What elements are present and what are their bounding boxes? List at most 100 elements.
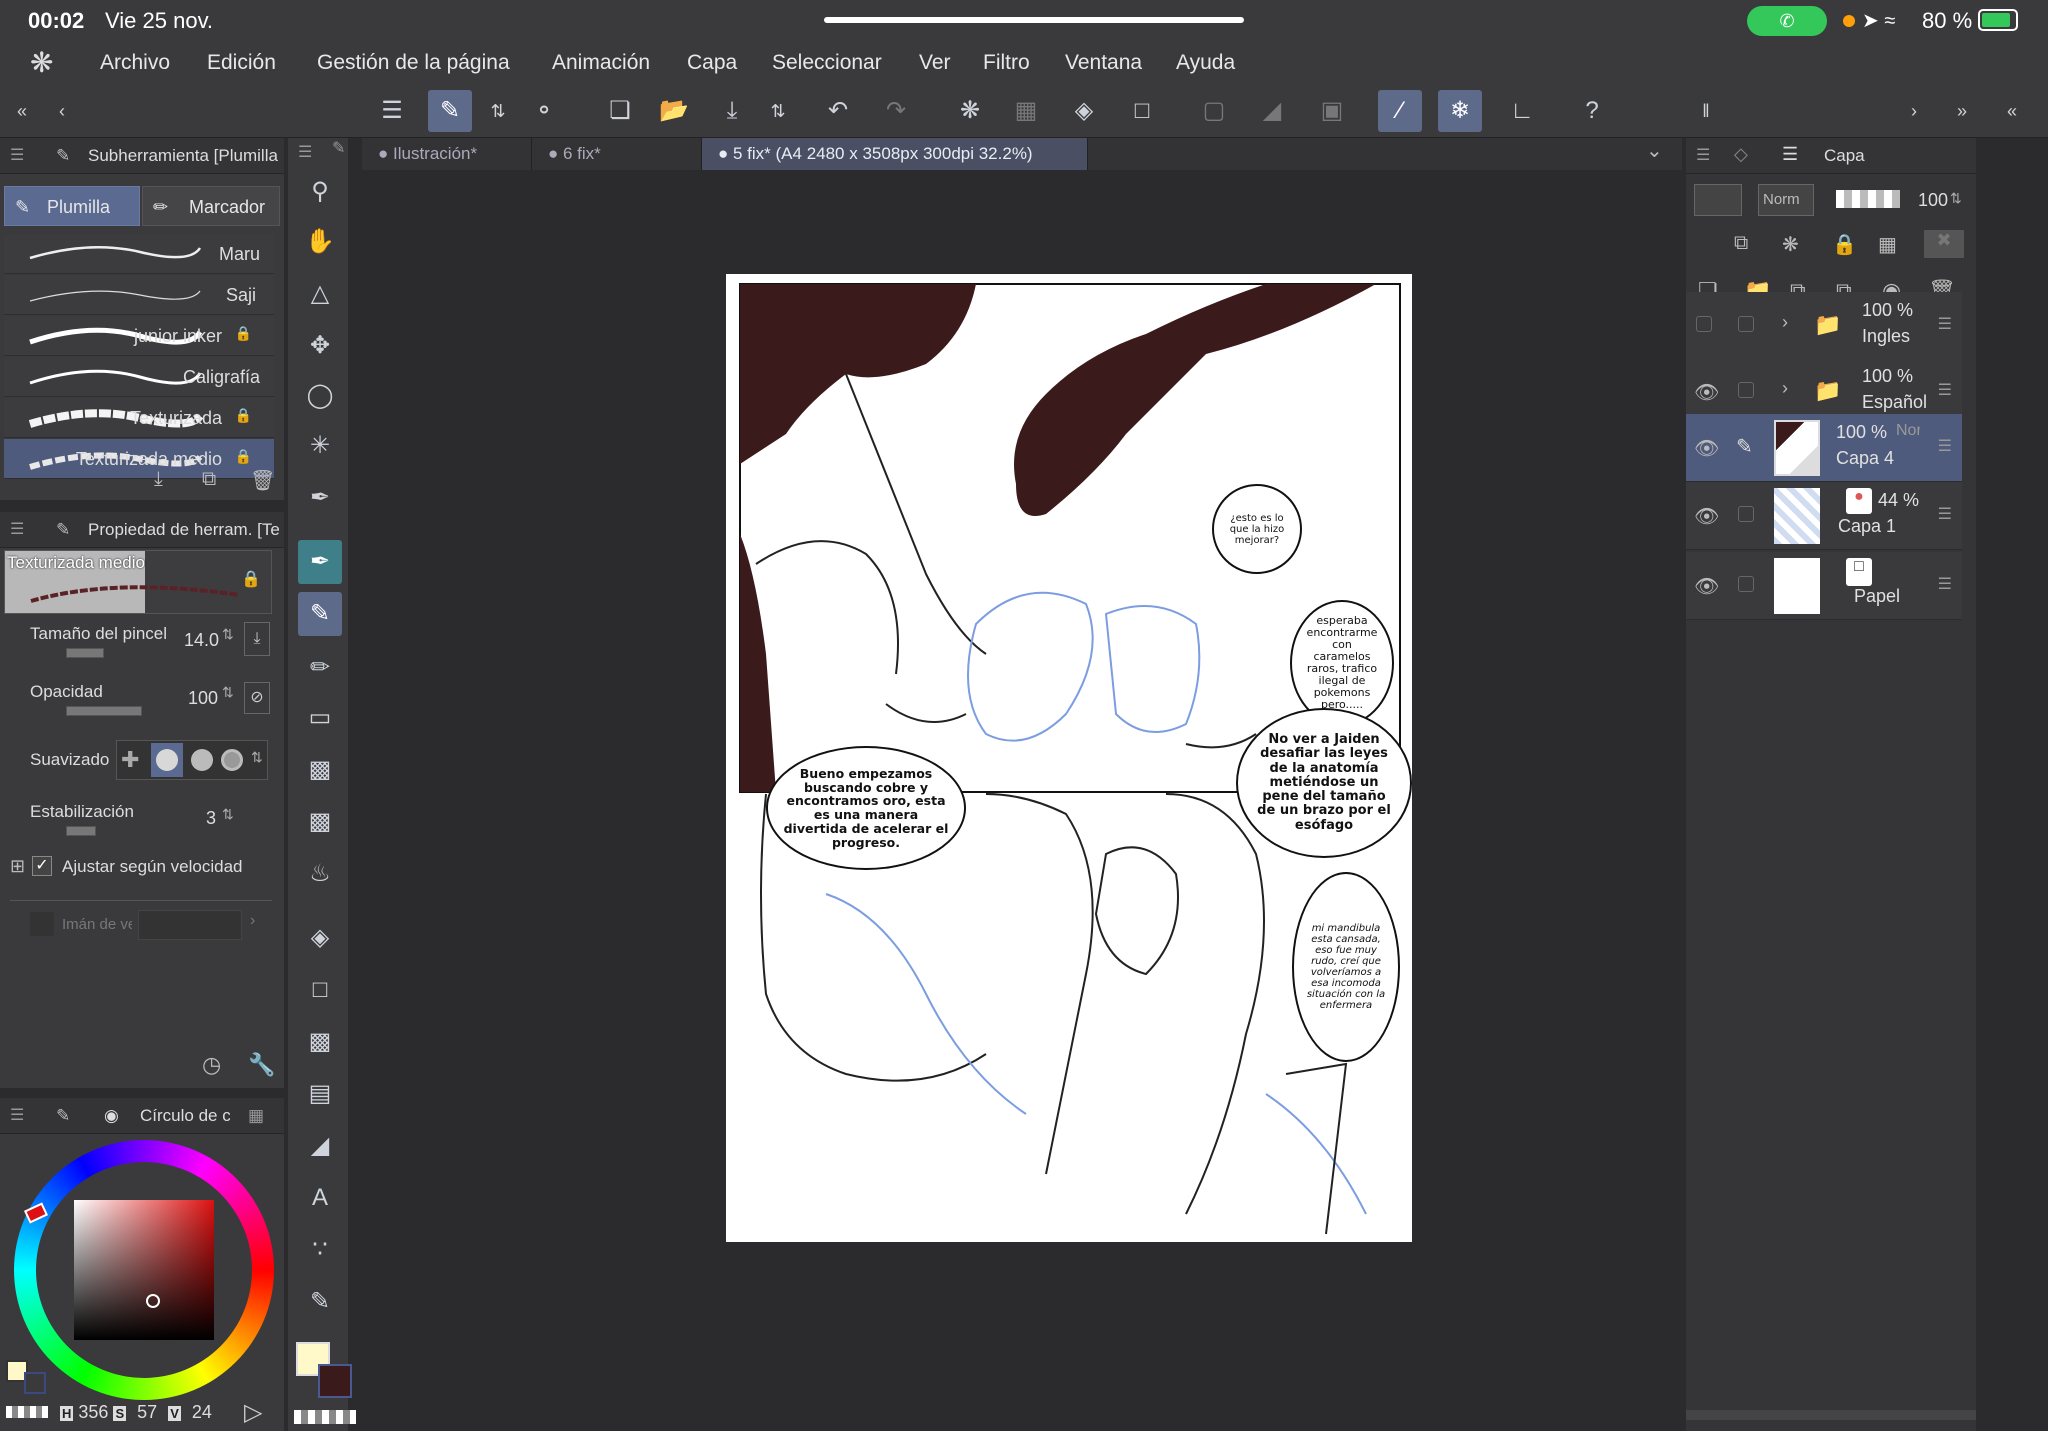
- layer-opacity-value[interactable]: 100: [1918, 190, 1948, 211]
- menu-ver[interactable]: Ver: [919, 51, 951, 75]
- undo-icon[interactable]: ↶: [816, 90, 860, 132]
- menu-edicion[interactable]: Edición: [207, 51, 276, 75]
- eye-icon[interactable]: 👁: [1694, 380, 1719, 405]
- grid-snap-icon[interactable]: ∟: [1500, 90, 1544, 132]
- multitask-pill[interactable]: [824, 17, 1244, 23]
- brush-item-texturizada[interactable]: Texturizada 🔒: [4, 398, 274, 438]
- opacity-stepper-icon[interactable]: ⇅: [222, 684, 234, 701]
- lock-toggle[interactable]: [1738, 316, 1754, 332]
- transparent-chip-icon[interactable]: [294, 1410, 356, 1424]
- import-brush-icon[interactable]: ⤓: [154, 468, 163, 491]
- smoothing-selector[interactable]: ✚ ⇅: [116, 740, 268, 780]
- smoothing-stepper-icon[interactable]: ⇅: [251, 749, 263, 766]
- eye-icon[interactable]: 👁: [1694, 574, 1719, 599]
- chevron-left-icon[interactable]: ‹: [40, 90, 84, 132]
- gradient-tool-icon[interactable]: ▩: [298, 1020, 342, 1064]
- play-icon[interactable]: ▷: [244, 1398, 262, 1427]
- tabs-dropdown-icon[interactable]: ⌄: [1646, 138, 1663, 163]
- panel-menu-icon[interactable]: ☰: [298, 142, 312, 162]
- lasso-tool-icon[interactable]: ◯: [298, 374, 342, 418]
- lock-toggle[interactable]: [1738, 506, 1754, 522]
- collapse-right-icon[interactable]: »: [1940, 90, 1984, 132]
- brush-size-value[interactable]: 14.0: [184, 630, 219, 651]
- pencil-tool-icon[interactable]: ✎: [298, 592, 342, 636]
- layer-row-capa4[interactable]: 👁 ✎ 100 % Normal Capa 4 ☰: [1686, 414, 1962, 482]
- blend-tool-icon[interactable]: ♨: [298, 852, 342, 896]
- save-options-icon[interactable]: ⇅: [756, 90, 800, 132]
- panel-grip-icon[interactable]: ‖: [1684, 90, 1728, 132]
- reference-layer-icon[interactable]: ❋: [1782, 232, 1799, 257]
- doc-tab-6fix[interactable]: ● 6 fix*: [532, 138, 702, 170]
- panel-menu-icon[interactable]: ☰: [10, 138, 24, 174]
- magnet-selector[interactable]: [138, 910, 242, 940]
- layer-row-papel[interactable]: 👁 □ Papel ☰: [1686, 552, 1962, 620]
- brush-item-junior-inker[interactable]: junior inker 🔒: [4, 316, 274, 356]
- figure-tool-icon[interactable]: □: [298, 968, 342, 1012]
- toggle-arrows-icon[interactable]: ⇅: [476, 90, 520, 132]
- brush-item-saji[interactable]: Saji: [4, 275, 274, 315]
- lock-toggle[interactable]: [1738, 576, 1754, 592]
- mask-off-icon[interactable]: ✖: [1924, 230, 1964, 258]
- lock-layer-icon[interactable]: 🔒: [1832, 232, 1857, 257]
- drag-handle-icon[interactable]: ☰: [1938, 504, 1952, 524]
- drag-handle-icon[interactable]: ☰: [1938, 436, 1952, 456]
- spiral-icon[interactable]: ⚬: [522, 90, 566, 132]
- sub-color-swatch[interactable]: [24, 1372, 46, 1394]
- brush-item-texturizada-medio[interactable]: Texturizada medio 🔒: [4, 439, 274, 479]
- magnet-checkbox[interactable]: [30, 912, 54, 936]
- opacity-slider[interactable]: [66, 706, 142, 716]
- eyedropper-icon[interactable]: ✒: [298, 476, 342, 520]
- lock-transparency-icon[interactable]: ▦: [1878, 232, 1897, 257]
- layer-row-ingles[interactable]: › 📁 100 % Ingles ☰: [1686, 292, 1962, 360]
- color-set-icon[interactable]: ▦: [248, 1098, 264, 1134]
- menu-seleccionar[interactable]: Seleccionar: [772, 51, 882, 75]
- pressure-icon[interactable]: ⤓: [244, 622, 270, 656]
- delete-brush-icon[interactable]: 🗑: [250, 468, 275, 493]
- quick-access-icon[interactable]: ✎: [428, 90, 472, 132]
- smoothing-option-selected[interactable]: [151, 743, 183, 777]
- blend-layer-icon[interactable]: [1694, 184, 1742, 216]
- menu-archivo[interactable]: Archivo: [100, 51, 170, 75]
- transform-icon[interactable]: □: [1120, 90, 1164, 132]
- text-tool-icon[interactable]: A: [298, 1176, 342, 1220]
- expand-icon[interactable]: ⊞: [10, 856, 25, 877]
- opacity-bar[interactable]: [1836, 190, 1900, 208]
- menu-icon[interactable]: ☰: [370, 90, 414, 132]
- blend-mode-select[interactable]: Norm: [1758, 184, 1814, 216]
- eye-icon[interactable]: 👁: [1694, 504, 1719, 529]
- brush-item-maru[interactable]: Maru: [4, 234, 274, 274]
- settings-wrench-icon[interactable]: 🔧: [248, 1052, 275, 1078]
- brush-item-caligrafia[interactable]: Caligrafía: [4, 357, 274, 397]
- select-all-icon[interactable]: ▦: [1004, 90, 1048, 132]
- hand-tool-icon[interactable]: ✋: [298, 220, 342, 264]
- menu-animacion[interactable]: Animación: [552, 51, 650, 75]
- balloon-tool-icon[interactable]: ∵: [298, 1228, 342, 1272]
- doc-tab-ilustracion[interactable]: ● Ilustración*: [362, 138, 532, 170]
- ruler-tool-icon[interactable]: ◢: [298, 1124, 342, 1168]
- size-stepper-icon[interactable]: ⇅: [222, 626, 234, 643]
- opacity-value[interactable]: 100: [188, 688, 218, 709]
- pen-tool-icon[interactable]: ✒: [298, 540, 342, 584]
- airbrush-tool-icon[interactable]: ▩: [298, 748, 342, 792]
- layer-row-capa1[interactable]: 👁 ● 44 % Capa 1 ☰: [1686, 482, 1962, 550]
- open-folder-icon[interactable]: 📂: [652, 90, 696, 132]
- line-correction-tool-icon[interactable]: ✎: [298, 1280, 342, 1324]
- magic-wand-icon[interactable]: ✳: [298, 424, 342, 468]
- comic-page[interactable]: ¿esto es lo que la hizo mejorar? esperab…: [726, 274, 1412, 1242]
- transparent-color-icon[interactable]: [6, 1406, 48, 1418]
- move-tool-icon[interactable]: ✥: [298, 324, 342, 368]
- panel-menu-icon[interactable]: ☰: [10, 1098, 24, 1134]
- lock-toggle[interactable]: [1738, 382, 1754, 398]
- decoration-tool-icon[interactable]: ▩: [298, 800, 342, 844]
- fill-icon[interactable]: ◈: [1062, 90, 1106, 132]
- reset-icon[interactable]: ◷: [202, 1052, 221, 1078]
- expand-right-icon[interactable]: «: [1990, 90, 2034, 132]
- chevron-right-icon[interactable]: ›: [1782, 312, 1788, 333]
- tab-marcador[interactable]: ✏ Marcador: [142, 186, 280, 226]
- invert-selection-icon[interactable]: ◢: [1250, 90, 1294, 132]
- eraser-tool-icon[interactable]: ▭: [298, 696, 342, 740]
- collapse-left-icon[interactable]: «: [0, 90, 44, 132]
- brush-tool-icon[interactable]: ✏: [298, 646, 342, 690]
- menu-gestion-pagina[interactable]: Gestión de la página: [317, 51, 510, 75]
- clip-layer-icon[interactable]: ⧉: [1734, 232, 1748, 255]
